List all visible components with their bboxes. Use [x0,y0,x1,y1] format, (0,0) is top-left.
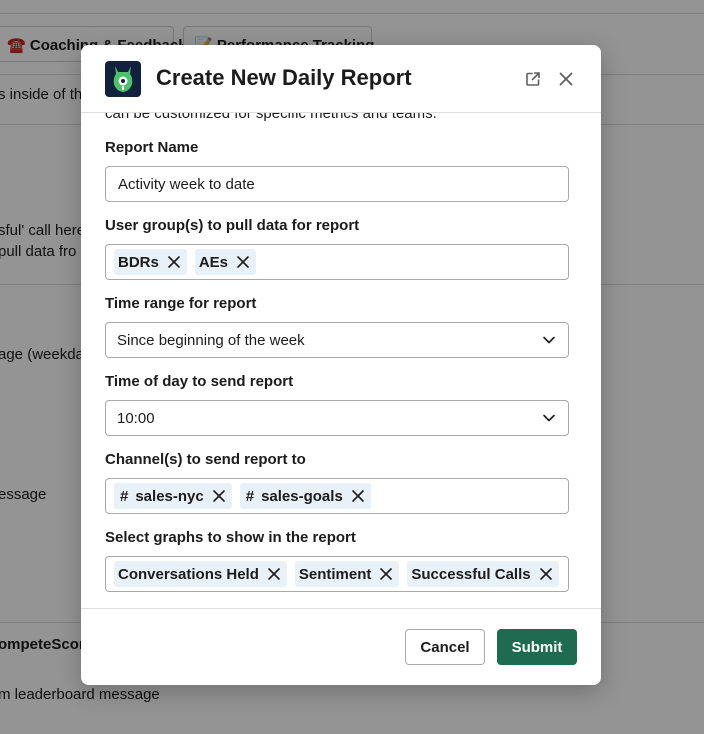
chip-label: sales-goals [261,487,343,505]
remove-x-icon[interactable] [210,487,228,505]
close-icon[interactable] [554,67,578,91]
chip-label: BDRs [118,253,159,271]
chip-aes: AEs [194,249,257,275]
remove-x-icon[interactable] [537,565,555,583]
time-range-select[interactable]: Since beginning of the week [105,322,569,358]
intro-text: can be customized for specific metrics a… [105,113,437,122]
user-groups-select[interactable]: BDRs AEs [105,244,569,280]
remove-x-icon[interactable] [349,487,367,505]
modal-header: Create New Daily Report [81,45,601,113]
modal-footer: Cancel Submit [81,608,601,685]
chevron-down-icon [541,410,557,426]
time-of-day-select[interactable]: 10:00 [105,400,569,436]
time-range-label: Time range for report [105,295,257,312]
user-groups-label: User group(s) to pull data for report [105,217,360,234]
create-report-modal: Create New Daily Report can be customize… [81,45,601,685]
remove-x-icon[interactable] [377,565,395,583]
chip-bdrs: BDRs [114,249,187,275]
report-name-input[interactable] [105,166,569,202]
chip-conversations-held: Conversations Held [114,561,287,587]
chip-label: Successful Calls [411,565,531,583]
chevron-down-icon [541,332,557,348]
remove-x-icon[interactable] [234,253,252,271]
channels-select[interactable]: # sales-nyc # sales-goals [105,478,569,514]
graphs-select[interactable]: Conversations Held Sentiment Successful … [105,556,569,592]
chip-successful-calls: Successful Calls [407,561,559,587]
report-name-label: Report Name [105,139,199,156]
chip-label: Conversations Held [118,565,259,583]
modal-title: Create New Daily Report [156,65,412,90]
remove-x-icon[interactable] [165,253,183,271]
channels-label: Channel(s) to send report to [105,451,306,468]
chip-sales-nyc: # sales-nyc [114,483,232,509]
chip-label: sales-nyc [135,487,204,505]
chip-label: Sentiment [298,565,372,583]
hash-icon: # [245,487,255,505]
app-logo [105,61,141,97]
chip-sales-goals: # sales-goals [239,483,371,509]
time-range-value: Since beginning of the week [117,331,305,349]
submit-button[interactable]: Submit [497,629,577,665]
chip-sentiment: Sentiment [294,561,400,587]
remove-x-icon[interactable] [265,565,283,583]
chip-label: AEs [198,253,229,271]
time-of-day-label: Time of day to send report [105,373,294,390]
robot-logo-icon [113,66,133,92]
cancel-button[interactable]: Cancel [405,629,485,665]
hash-icon: # [120,487,129,505]
graphs-label: Select graphs to show in the report [105,529,356,546]
time-of-day-value: 10:00 [117,409,155,427]
external-link-icon[interactable] [521,67,545,91]
modal-body[interactable]: can be customized for specific metrics a… [81,113,601,608]
